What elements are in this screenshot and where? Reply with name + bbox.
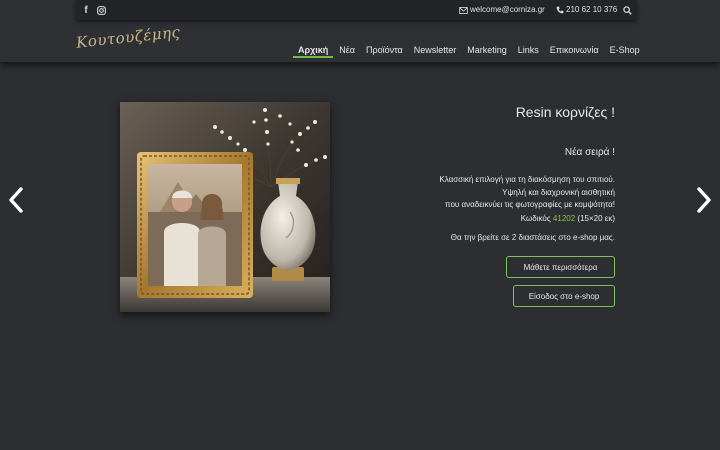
learn-more-button[interactable]: Μάθετε περισσότερα bbox=[506, 256, 615, 278]
nav-item-news[interactable]: Νέα bbox=[339, 44, 355, 56]
top-bar: f welcome@corniza.gr 210 62 10 376 bbox=[76, 0, 637, 20]
nav-item-marketing[interactable]: Marketing bbox=[467, 44, 507, 56]
slide-subtitle: Νέα σειρά ! bbox=[564, 147, 615, 158]
phone-icon bbox=[555, 4, 565, 16]
mail-icon bbox=[458, 4, 468, 16]
nav-item-contact[interactable]: Επικοινωνία bbox=[550, 44, 599, 56]
search-icon[interactable] bbox=[622, 4, 632, 16]
site-logo[interactable]: Κουτουζέμης bbox=[75, 22, 182, 58]
facebook-icon[interactable]: f bbox=[82, 4, 90, 16]
email-link[interactable]: welcome@corniza.gr bbox=[470, 5, 545, 14]
product-image bbox=[120, 102, 330, 312]
phone-link[interactable]: 210 62 10 376 bbox=[566, 5, 617, 14]
instagram-icon[interactable] bbox=[96, 4, 106, 16]
slide-title: Resin κορνίζες ! bbox=[515, 104, 615, 120]
main-nav: Αρχική Νέα Προϊόντα Newsletter Marketing… bbox=[292, 44, 651, 58]
sizes-note: Θα την βρείτε σε 2 διαστάσεις στο e-shop… bbox=[450, 233, 615, 242]
nav-item-products[interactable]: Προϊόντα bbox=[366, 44, 403, 56]
site-header: f welcome@corniza.gr 210 62 10 376 Κουτο… bbox=[0, 0, 720, 62]
chevron-left-icon bbox=[9, 187, 23, 213]
description-line: που αναδεικνύει τις φωτογραφίες με κομψό… bbox=[445, 200, 615, 209]
nav-item-home[interactable]: Αρχική bbox=[292, 44, 334, 58]
enter-eshop-button[interactable]: Είσοδος στο e-shop bbox=[513, 285, 615, 307]
product-code: Κωδικός 41202 (15×20 εκ) bbox=[521, 214, 615, 223]
slide-description: Κλασσική επιλογή για τη διακόσμηση του σ… bbox=[439, 174, 615, 212]
nav-item-links[interactable]: Links bbox=[518, 44, 539, 56]
description-line: Υψηλή και διαχρονική αισθητική bbox=[502, 187, 615, 197]
nav-item-newsletter[interactable]: Newsletter bbox=[414, 44, 457, 56]
carousel-next-button[interactable] bbox=[695, 186, 713, 214]
carousel-prev-button[interactable] bbox=[7, 186, 25, 214]
description-line: Κλασσική επιλογή για τη διακόσμηση του σ… bbox=[439, 175, 615, 184]
code-prefix: Κωδικός bbox=[520, 214, 551, 223]
nav-item-eshop[interactable]: E-Shop bbox=[610, 44, 640, 56]
code-value: 41202 bbox=[552, 214, 576, 223]
logo-text: Κουτουζέμης bbox=[75, 22, 182, 52]
code-suffix: (15×20 εκ) bbox=[577, 214, 615, 223]
chevron-right-icon bbox=[697, 187, 711, 213]
